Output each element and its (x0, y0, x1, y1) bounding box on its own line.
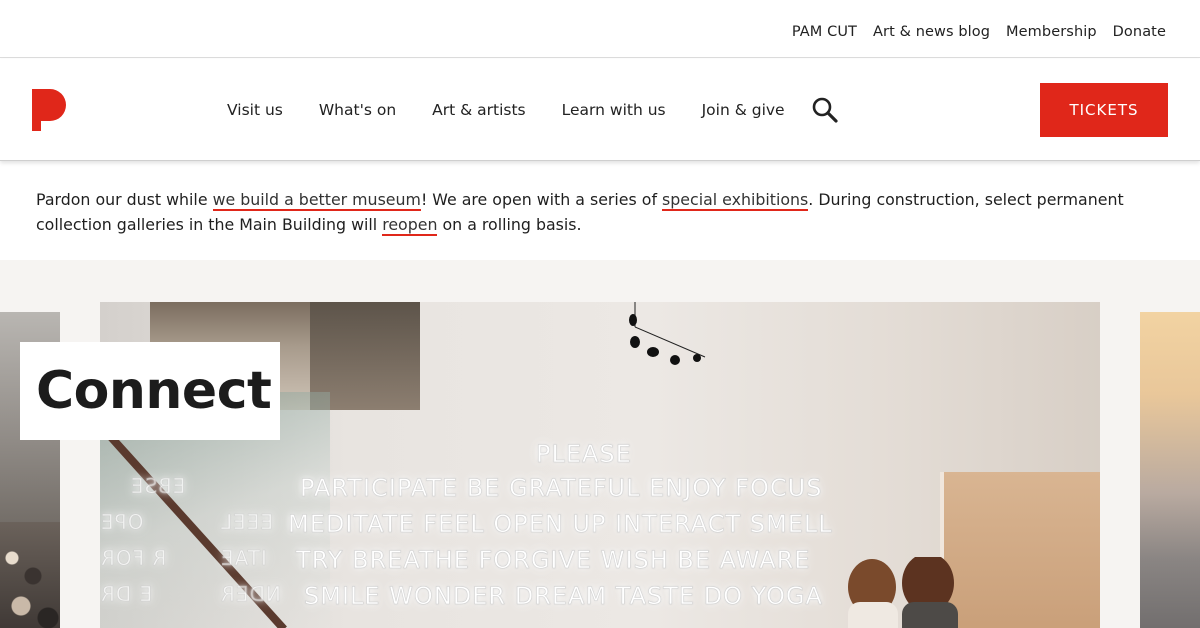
utility-link-pam-cut[interactable]: PAM CUT (792, 24, 857, 40)
visitors-photo (848, 557, 958, 628)
notice-text-4: on a rolling basis. (437, 215, 582, 234)
neon-line-1: PLEASE (536, 440, 632, 469)
crowd-photo (0, 522, 60, 628)
neon-line-2: PARTICIPATE BE GRATEFUL ENJOY FOCUS (300, 474, 823, 503)
neon-line-4: TRY BREATHE FORGIVE WISH BE AWARE (296, 546, 811, 575)
carousel-slide-next[interactable] (1140, 312, 1200, 628)
logo-link[interactable]: P (32, 89, 66, 131)
construction-notice: Pardon our dust while we build a better … (36, 187, 1176, 237)
notice-link-reopen[interactable]: reopen (382, 215, 438, 236)
hero-headline-box: Connect (20, 342, 280, 440)
hanging-mobile-sculpture (629, 302, 706, 365)
nav-item-art-artists[interactable]: Art & artists (432, 101, 525, 119)
primary-nav: Visit us What's on Art & artists Learn w… (227, 101, 821, 119)
notice-text-1: Pardon our dust while (36, 190, 213, 209)
neon-mirror-7: NDER (220, 582, 281, 607)
nav-item-join-give[interactable]: Join & give (702, 101, 785, 119)
utility-link-art-news-blog[interactable]: Art & news blog (873, 24, 990, 40)
utility-link-membership[interactable]: Membership (1006, 24, 1097, 40)
nav-item-visit-us[interactable]: Visit us (227, 101, 283, 119)
notice-link-special-exhibitions[interactable]: special exhibitions (662, 190, 809, 211)
neon-mirror-5: E DR (100, 582, 153, 607)
utility-bar: PAM CUT Art & news blog Membership Donat… (0, 0, 1200, 58)
search-button[interactable] (811, 96, 839, 124)
neon-line-3: MEDITATE FEEL OPEN UP INTERACT SMELL (288, 510, 833, 539)
notice-link-better-museum[interactable]: we build a better museum (212, 190, 421, 211)
neon-line-5: SMILE WONDER DREAM TASTE DO YOGA (304, 582, 823, 611)
neon-mirror-1: EBSE (130, 474, 186, 499)
main-header: P Visit us What's on Art & artists Learn… (0, 59, 1200, 161)
neon-mirror-4: R FOR (100, 546, 167, 571)
hero-headline: Connect (36, 361, 272, 421)
utility-nav: PAM CUT Art & news blog Membership Donat… (792, 24, 1166, 40)
search-icon (812, 97, 838, 123)
nav-item-learn-with-us[interactable]: Learn with us (562, 101, 666, 119)
neon-mirror-2: OPE (100, 510, 144, 535)
tickets-button[interactable]: TICKETS (1040, 83, 1168, 137)
museum-logo-icon: P (32, 89, 66, 131)
utility-link-donate[interactable]: Donate (1113, 24, 1166, 40)
hero-carousel: PLEASE PARTICIPATE BE GRATEFUL ENJOY FOC… (0, 260, 1200, 628)
neon-mirror-6: ITAE (220, 546, 267, 571)
nav-item-whats-on[interactable]: What's on (319, 101, 396, 119)
notice-text-2: ! We are open with a series of (420, 190, 663, 209)
neon-mirror-3: EEEL (220, 510, 274, 535)
